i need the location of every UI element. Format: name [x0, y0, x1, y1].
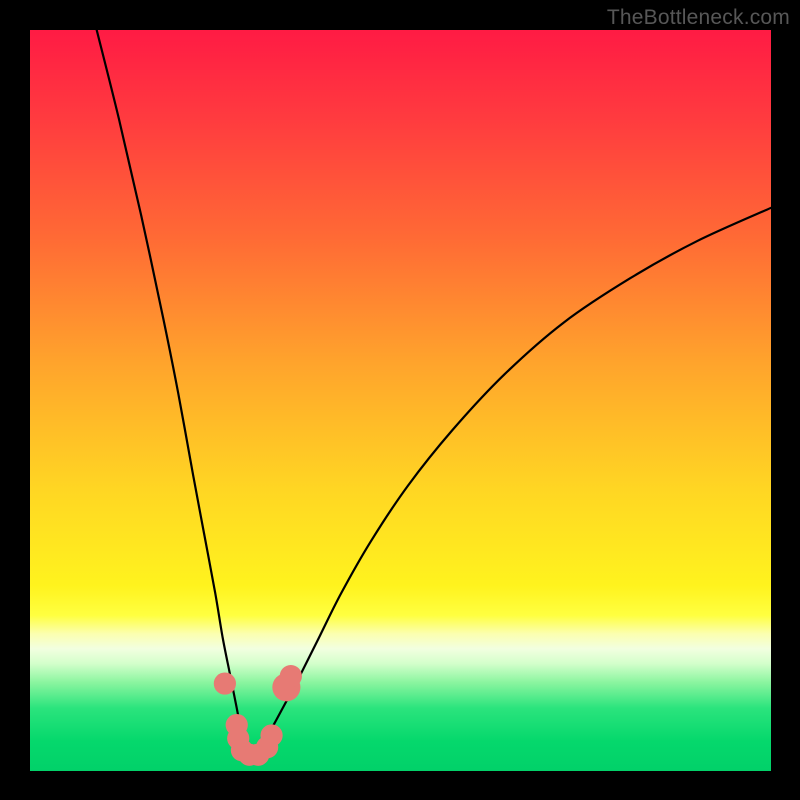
bottleneck-chart: [30, 30, 771, 771]
data-point: [214, 672, 236, 694]
gradient-background: [30, 30, 771, 771]
data-point: [260, 724, 282, 746]
data-point: [280, 665, 302, 687]
watermark-text: TheBottleneck.com: [607, 6, 790, 30]
chart-frame: [30, 30, 771, 771]
